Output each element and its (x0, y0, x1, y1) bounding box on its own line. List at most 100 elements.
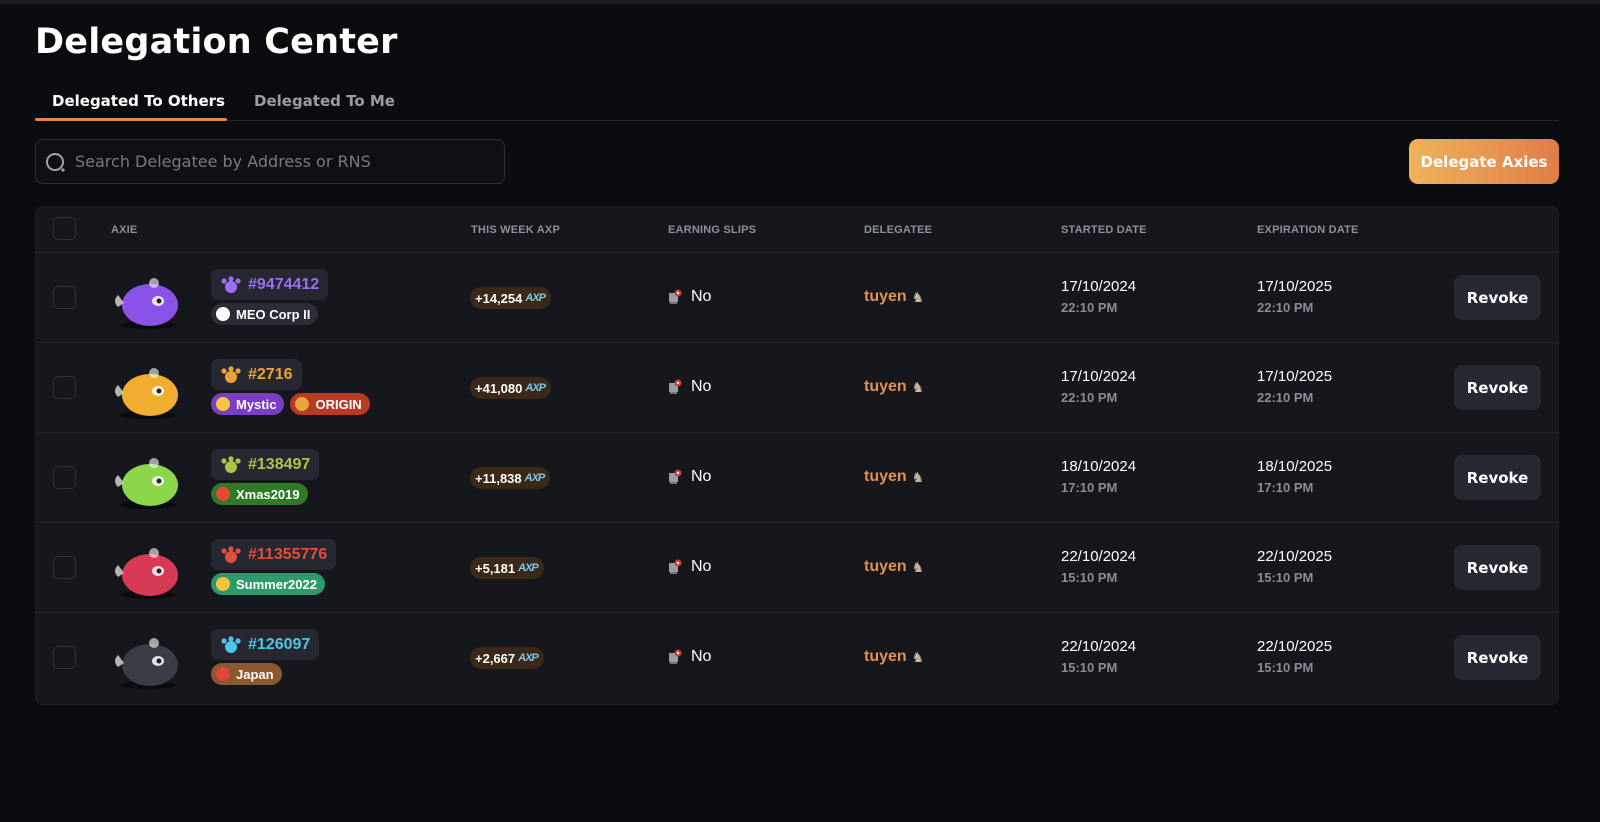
header-started-date: STARTED DATE (1061, 224, 1147, 236)
axie-image[interactable] (108, 267, 188, 331)
axp-logo-icon: AXP (518, 562, 539, 574)
axie-tag: ORIGIN (290, 393, 370, 415)
revoke-button[interactable]: Revoke (1454, 545, 1541, 590)
paw-icon (220, 365, 242, 384)
axie-id-chip[interactable]: #11355776 (211, 539, 337, 570)
header-this-week-axp: THIS WEEK AXP (471, 224, 560, 236)
axie-tag: Summer2022 (211, 573, 325, 595)
revoke-button[interactable]: Revoke (1454, 365, 1541, 410)
revoke-button[interactable]: Revoke (1454, 455, 1541, 500)
delegatee-link[interactable]: tuyen ♞ (864, 288, 924, 306)
axie-id-chip[interactable]: #138497 (211, 449, 320, 480)
header-earning-slips: EARNING SLIPS (668, 224, 757, 236)
started-time: 17:10 PM (1061, 480, 1118, 495)
delegate-axies-button[interactable]: Delegate Axies (1409, 139, 1559, 184)
fish-icon (220, 635, 242, 654)
delegatee-name: tuyen (864, 288, 907, 305)
axie-tag-label: ORIGIN (315, 396, 362, 412)
started-time: 15:10 PM (1061, 570, 1118, 585)
axie-image[interactable] (108, 537, 188, 601)
slip-disabled-icon (668, 379, 682, 395)
delegatee-link[interactable]: tuyen ♞ (864, 648, 924, 666)
started-time: 15:10 PM (1061, 660, 1118, 675)
axie-id: #138497 (248, 455, 311, 473)
started-date: 22/10/2024 (1061, 638, 1137, 655)
started-date: 18/10/2024 (1061, 458, 1137, 475)
axie-id-chip[interactable]: #2716 (211, 359, 302, 390)
active-tab-indicator (35, 118, 227, 121)
page-title: Delegation Center (35, 22, 398, 62)
axie-tag-label: Japan (236, 666, 274, 682)
expiration-time: 15:10 PM (1257, 570, 1314, 585)
revoke-button[interactable]: Revoke (1454, 275, 1541, 320)
select-all-checkbox[interactable] (53, 217, 76, 240)
table-row: #9474412 MEO Corp II +14,254 AXP No tuye… (36, 253, 1558, 343)
expiration-date: 17/10/2025 (1257, 368, 1333, 385)
axie-tag: Xmas2019 (211, 483, 308, 505)
earning-slips-value: No (691, 558, 712, 575)
expiration-time: 22:10 PM (1257, 390, 1314, 405)
expiration-date: 22/10/2025 (1257, 638, 1333, 655)
row-checkbox[interactable] (53, 376, 76, 399)
table-row: #2716 Mystic ORIGIN +41,080 AXP No tuyen … (36, 343, 1558, 433)
axp-badge: +41,080 AXP (470, 377, 551, 399)
sprout-icon (220, 455, 242, 474)
row-checkbox[interactable] (53, 286, 76, 309)
earning-slips: No (668, 558, 711, 576)
axie-image[interactable] (108, 627, 188, 691)
row-checkbox[interactable] (53, 466, 76, 489)
axie-tag: MEO Corp II (211, 303, 319, 325)
delegatee-link[interactable]: tuyen ♞ (864, 378, 924, 396)
axp-badge: +5,181 AXP (470, 557, 544, 579)
axp-value: +2,667 (475, 650, 516, 666)
earning-slips-value: No (691, 378, 712, 395)
axie-id-chip[interactable]: #126097 (211, 629, 320, 660)
axie-id-chip[interactable]: #9474412 (211, 269, 329, 300)
axp-badge: +11,838 AXP (470, 467, 551, 489)
axie-tag: Mystic (211, 393, 285, 415)
goat-icon: ♞ (911, 558, 925, 575)
delegatee-name: tuyen (864, 558, 907, 575)
earning-slips-value: No (691, 648, 712, 665)
tab-delegated-to-me[interactable]: Delegated To Me (254, 92, 395, 110)
search-input[interactable] (75, 140, 495, 183)
axie-image[interactable] (108, 357, 188, 421)
expiration-time: 22:10 PM (1257, 300, 1314, 315)
row-checkbox[interactable] (53, 646, 76, 669)
axie-tag-label: Summer2022 (236, 576, 317, 592)
japan-flag-icon (216, 667, 230, 681)
axie-image[interactable] (108, 447, 188, 511)
started-time: 22:10 PM (1061, 390, 1118, 405)
delegatee-link[interactable]: tuyen ♞ (864, 558, 924, 576)
expiration-time: 15:10 PM (1257, 660, 1314, 675)
top-strip (0, 0, 1600, 4)
delegatee-name: tuyen (864, 648, 907, 665)
header-expiration-date: EXPIRATION DATE (1257, 224, 1359, 236)
table-row: #11355776 Summer2022 +5,181 AXP No tuyen… (36, 523, 1558, 613)
delegations-table: AXIE THIS WEEK AXP EARNING SLIPS DELEGAT… (35, 206, 1559, 705)
header-delegatee: DELEGATEE (864, 224, 933, 236)
expiration-date: 22/10/2025 (1257, 548, 1333, 565)
axp-logo-icon: AXP (525, 292, 546, 304)
search-icon (46, 153, 65, 172)
earning-slips: No (668, 288, 711, 306)
santa-hat-icon (216, 487, 230, 501)
axp-value: +14,254 (475, 290, 523, 306)
origin-coin-icon (295, 397, 310, 411)
tab-delegated-to-others[interactable]: Delegated To Others (52, 92, 225, 110)
earning-slips-value: No (691, 288, 712, 305)
sun-icon (216, 577, 230, 591)
header-axie: AXIE (111, 224, 138, 236)
axp-logo-icon: AXP (525, 382, 546, 394)
table-row: #126097 Japan +2,667 AXP No tuyen ♞ 22/1… (36, 613, 1558, 703)
axp-badge: +14,254 AXP (470, 287, 551, 309)
axie-tags: Mystic ORIGIN (211, 393, 370, 415)
axie-id: #126097 (248, 635, 311, 653)
axp-logo-icon: AXP (518, 652, 539, 664)
row-checkbox[interactable] (53, 556, 76, 579)
goat-icon: ♞ (911, 378, 925, 395)
axie-tags: MEO Corp II (211, 303, 319, 325)
delegatee-link[interactable]: tuyen ♞ (864, 468, 924, 486)
axie-tag-label: MEO Corp II (236, 306, 311, 322)
revoke-button[interactable]: Revoke (1454, 635, 1541, 680)
